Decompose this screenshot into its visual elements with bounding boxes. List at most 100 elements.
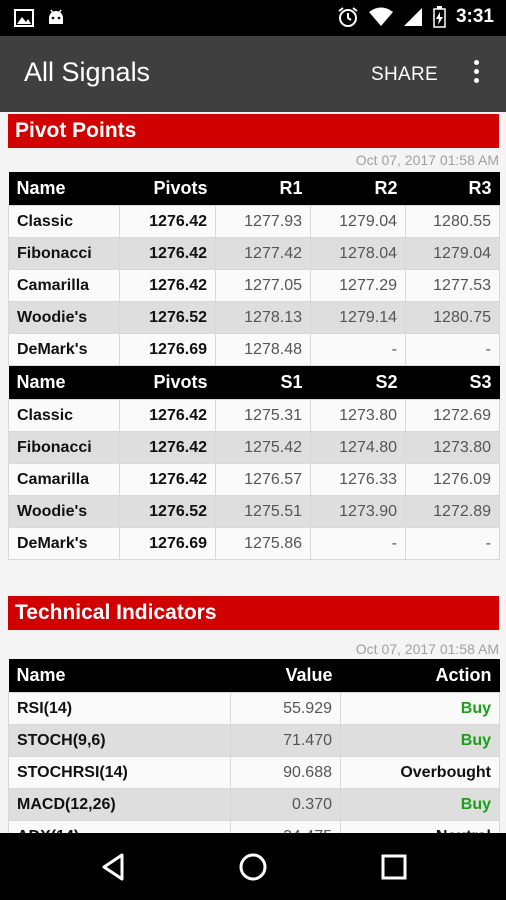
table-row: DeMark's 1276.69 1278.48- - bbox=[8, 333, 500, 366]
cell-value: 1275.31 bbox=[215, 399, 311, 432]
cell-value: 1278.13 bbox=[215, 301, 311, 334]
action-label: Neutral bbox=[340, 820, 500, 833]
cell-value: 1277.29 bbox=[310, 269, 406, 302]
cell-value: 1272.89 bbox=[405, 495, 500, 528]
pivot-points-timestamp: Oct 07, 2017 01:58 AM bbox=[355, 152, 499, 168]
cell-value: 1275.42 bbox=[215, 431, 311, 464]
action-label: Buy bbox=[340, 724, 500, 757]
signal-icon bbox=[403, 8, 422, 26]
cell-value: 1279.14 bbox=[310, 301, 406, 334]
cell-value: 1276.33 bbox=[310, 463, 406, 496]
more-vert-icon[interactable] bbox=[466, 56, 486, 92]
column-header: Pivots bbox=[119, 365, 216, 400]
table-header-row: Name Pivots R1 R2 R3 bbox=[8, 172, 500, 206]
cell-value: 1277.05 bbox=[215, 269, 311, 302]
clock: 3:31 bbox=[455, 6, 494, 27]
cell-value: - bbox=[405, 333, 500, 366]
technical-indicators-header: Technical Indicators bbox=[8, 596, 499, 630]
table-row: Fibonacci 1276.42 1277.42 1278.04 1279.04 bbox=[8, 237, 500, 270]
column-header: Name bbox=[8, 659, 231, 693]
pivot-points-header: Pivot Points bbox=[8, 114, 499, 148]
home-icon[interactable] bbox=[237, 851, 269, 883]
cell-value: - bbox=[310, 527, 406, 560]
page-title: All Signals bbox=[24, 57, 151, 87]
table-row: DeMark's 1276.69 1275.86- - bbox=[8, 527, 500, 560]
cell-value: - bbox=[405, 527, 500, 560]
cell-value: 1272.69 bbox=[405, 399, 500, 432]
column-header: Value bbox=[230, 659, 341, 693]
cell-value: 1277.93 bbox=[215, 205, 311, 238]
cell-value: 1279.04 bbox=[405, 237, 500, 270]
table-row: Classic 1276.42 1277.93 1279.04 1280.55 bbox=[8, 205, 500, 238]
cell-value: 90.688 bbox=[230, 756, 341, 789]
row-name: Camarilla bbox=[8, 269, 120, 302]
table-row: STOCHRSI(14) 90.688 Overbought bbox=[8, 756, 500, 789]
cell-value: 0.370 bbox=[230, 788, 341, 821]
content-scroll[interactable]: Pivot Points Oct 07, 2017 01:58 AM Name P… bbox=[0, 112, 506, 833]
cell-value: 1276.57 bbox=[215, 463, 311, 496]
back-icon[interactable] bbox=[98, 851, 130, 883]
column-header: Name bbox=[8, 365, 120, 400]
row-name: Classic bbox=[8, 205, 120, 238]
cell-value: 1273.90 bbox=[310, 495, 406, 528]
column-header: R3 bbox=[405, 172, 500, 206]
cell-value: 1279.04 bbox=[310, 205, 406, 238]
cell-value: 1276.52 bbox=[119, 495, 216, 528]
cell-value: 1276.42 bbox=[119, 237, 216, 270]
table-header-row: Name Value Action bbox=[8, 659, 500, 693]
cell-value: 1276.52 bbox=[119, 301, 216, 334]
table-row: Camarilla 1276.42 1276.57 1276.33 1276.09 bbox=[8, 463, 500, 496]
column-header: Name bbox=[8, 172, 120, 206]
technical-indicators-timestamp: Oct 07, 2017 01:58 AM bbox=[355, 641, 499, 657]
share-button[interactable]: SHARE bbox=[371, 64, 438, 86]
alarm-icon bbox=[338, 7, 358, 27]
cell-value: 1276.69 bbox=[119, 527, 216, 560]
recents-icon[interactable] bbox=[378, 851, 410, 883]
table-row: RSI(14) 55.929 Buy bbox=[8, 692, 500, 725]
android-icon bbox=[49, 9, 63, 24]
column-header: S1 bbox=[215, 365, 311, 400]
action-label: Buy bbox=[340, 788, 500, 821]
row-name: Woodie's bbox=[8, 495, 120, 528]
column-header: Action bbox=[340, 659, 500, 693]
cell-value: 1276.69 bbox=[119, 333, 216, 366]
row-name: ADX(14) bbox=[8, 820, 231, 833]
navigation-bar bbox=[0, 833, 506, 900]
row-name: RSI(14) bbox=[8, 692, 231, 725]
column-header: R1 bbox=[215, 172, 311, 206]
row-name: Woodie's bbox=[8, 301, 120, 334]
action-label: Overbought bbox=[340, 756, 500, 789]
row-name: Camarilla bbox=[8, 463, 120, 496]
cell-value: 55.929 bbox=[230, 692, 341, 725]
row-name: Classic bbox=[8, 399, 120, 432]
cell-value: 1278.48 bbox=[215, 333, 311, 366]
table-header-row: Name Pivots S1 S2 S3 bbox=[8, 365, 500, 400]
cell-value: 1274.80 bbox=[310, 431, 406, 464]
cell-value: 1276.09 bbox=[405, 463, 500, 496]
cell-value: 1278.04 bbox=[310, 237, 406, 270]
column-header: Pivots bbox=[119, 172, 216, 206]
table-row: Woodie's 1276.52 1278.13 1279.14 1280.75 bbox=[8, 301, 500, 334]
row-name: STOCHRSI(14) bbox=[8, 756, 231, 789]
row-name: MACD(12,26) bbox=[8, 788, 231, 821]
row-name: DeMark's bbox=[8, 527, 120, 560]
cell-value: 1276.42 bbox=[119, 269, 216, 302]
battery-icon bbox=[433, 6, 446, 28]
column-header: S3 bbox=[405, 365, 500, 400]
row-name: Fibonacci bbox=[8, 237, 120, 270]
cell-value: 1273.80 bbox=[310, 399, 406, 432]
row-name: Fibonacci bbox=[8, 431, 120, 464]
table-row: Camarilla 1276.42 1277.05 1277.29 1277.53 bbox=[8, 269, 500, 302]
cell-value: 1276.42 bbox=[119, 205, 216, 238]
pivot-points-table: Name Pivots R1 R2 R3 Classic 1276.42 1277.93 12… bbox=[8, 172, 500, 560]
cell-value: 1273.80 bbox=[405, 431, 500, 464]
app-bar: All Signals SHARE bbox=[0, 36, 506, 112]
cell-value: 71.470 bbox=[230, 724, 341, 757]
table-row: Woodie's 1276.52 1275.51 1273.90 1272.89 bbox=[8, 495, 500, 528]
cell-value: 1275.51 bbox=[215, 495, 311, 528]
cell-value: 1277.42 bbox=[215, 237, 311, 270]
table-row: Classic 1276.42 1275.31 1273.80 1272.69 bbox=[8, 399, 500, 432]
cell-value: 1276.42 bbox=[119, 399, 216, 432]
table-row: STOCH(9,6) 71.470 Buy bbox=[8, 724, 500, 757]
cell-value: 1280.55 bbox=[405, 205, 500, 238]
